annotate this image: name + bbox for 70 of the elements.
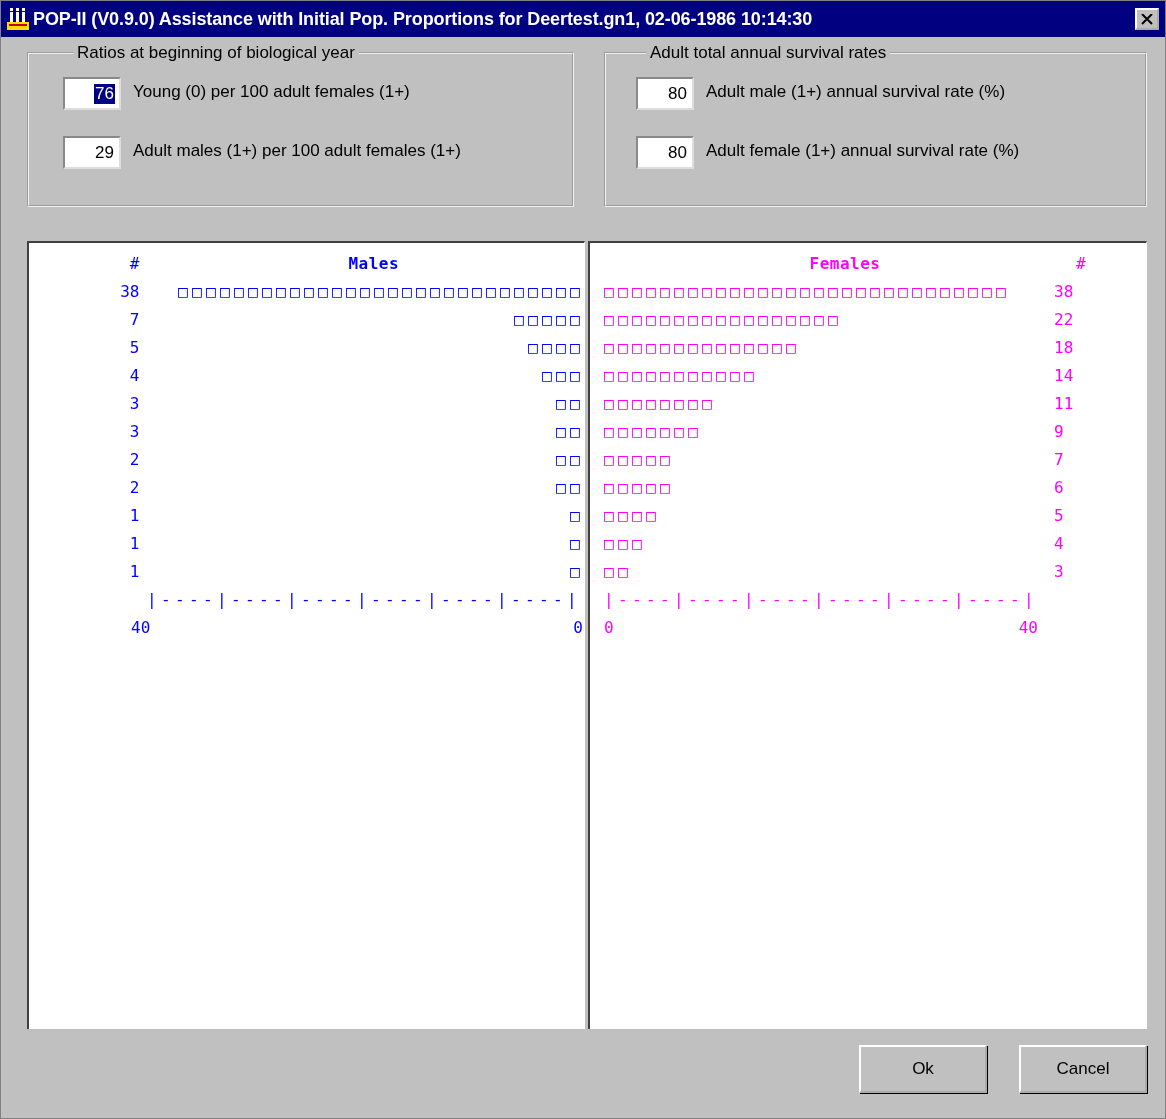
field-label: Adult female (1+) annual survival rate (%) xyxy=(706,140,1020,161)
count-value: 1 xyxy=(128,561,140,581)
bar-text: □□□□□ xyxy=(604,449,674,469)
count-value: 6 xyxy=(1054,477,1064,497)
count-value: 1 xyxy=(128,533,140,553)
count-value: 3 xyxy=(1054,561,1064,581)
field-label: Adult male (1+) annual survival rate (%) xyxy=(706,81,1006,102)
count-value: 18 xyxy=(1054,337,1074,357)
count-value: 3 xyxy=(128,421,140,441)
bar-text: □□□□□ xyxy=(514,309,584,329)
count-value: 5 xyxy=(128,337,140,357)
histogram-title: Females xyxy=(809,253,881,273)
bar-text: □ xyxy=(570,561,584,581)
bar-text: □□□□□□□□ xyxy=(604,393,717,413)
axis-line: |----|----|----|----|----|----| xyxy=(147,589,582,609)
axis-line: |----|----|----|----|----|----| xyxy=(604,589,1039,609)
histogram-title: Males xyxy=(348,253,400,273)
bar-text: □□□ xyxy=(604,533,646,553)
scale-label: 40 xyxy=(131,617,151,637)
field-label: Young (0) per 100 adult females (1+) xyxy=(133,81,410,102)
scale-label: 0 xyxy=(573,617,583,637)
count-value: 4 xyxy=(1054,533,1064,553)
close-button[interactable] xyxy=(1135,8,1159,30)
count-value: 1 xyxy=(128,505,140,525)
count-value: 2 xyxy=(128,449,140,469)
count-value: 11 xyxy=(1054,393,1074,413)
bar-text: □□□□□□□□□□□ xyxy=(604,365,759,385)
bar-text: □□ xyxy=(604,561,632,581)
input-field[interactable]: 76 xyxy=(63,77,121,110)
scale-label: 0 xyxy=(604,617,614,637)
bar-text: □ xyxy=(570,533,584,553)
bar-text: □□□□□□□□□□□□□□ xyxy=(604,337,801,357)
count-value: 3 xyxy=(128,393,140,413)
scale-label: 40 xyxy=(1018,617,1038,637)
bar-text: □□□□□□□ xyxy=(604,421,703,441)
bar-text: □□□□□□□□□□□□□□□□□□□□□□□□□□□□□ xyxy=(604,281,1011,301)
bar-text: □□□□ xyxy=(528,337,584,357)
bar-text: □□ xyxy=(556,421,584,441)
bar-text: □ xyxy=(570,505,584,525)
field-label: Adult males (1+) per 100 adult females (1+) xyxy=(133,140,461,161)
group-title: Ratios at beginning of biological year xyxy=(76,43,356,63)
window-title: POP-II (V0.9.0) Assistance with Initial Pop. Proportions for Deertest.gn1, 02-06-1986 10:14:30 xyxy=(33,8,814,30)
count-header: # xyxy=(128,253,140,273)
input-field[interactable]: 29 xyxy=(63,136,121,169)
bar-text: □□□ xyxy=(542,365,584,385)
count-value: 38 xyxy=(119,281,140,301)
bar-text: □□ xyxy=(556,449,584,469)
count-value: 38 xyxy=(1054,281,1074,301)
input-field[interactable]: 80 xyxy=(636,136,694,169)
close-icon xyxy=(1141,13,1153,25)
bar-text: □□□□□□□□□□□□□□□□□□□□□□□□□□□□□ xyxy=(177,281,584,301)
count-value: 7 xyxy=(128,309,140,329)
count-value: 9 xyxy=(1054,421,1064,441)
count-value: 2 xyxy=(128,477,140,497)
bar-text: □□ xyxy=(556,477,584,497)
bar-text: □□ xyxy=(556,393,584,413)
input-field[interactable]: 80 xyxy=(636,77,694,110)
count-value: 4 xyxy=(128,365,140,385)
count-value: 22 xyxy=(1054,309,1074,329)
cancel-button[interactable]: Cancel xyxy=(1019,1045,1147,1093)
bar-text: □□□□□ xyxy=(604,477,674,497)
count-value: 7 xyxy=(1054,449,1064,469)
bar-text: □□□□□□□□□□□□□□□□□ xyxy=(604,309,843,329)
count-header: # xyxy=(1076,253,1086,273)
count-value: 14 xyxy=(1054,365,1074,385)
ok-button[interactable]: Ok xyxy=(859,1045,987,1093)
app-icon xyxy=(7,8,29,30)
count-value: 5 xyxy=(1054,505,1064,525)
group-title: Adult total annual survival rates xyxy=(649,43,888,63)
bar-text: □□□□ xyxy=(604,505,660,525)
